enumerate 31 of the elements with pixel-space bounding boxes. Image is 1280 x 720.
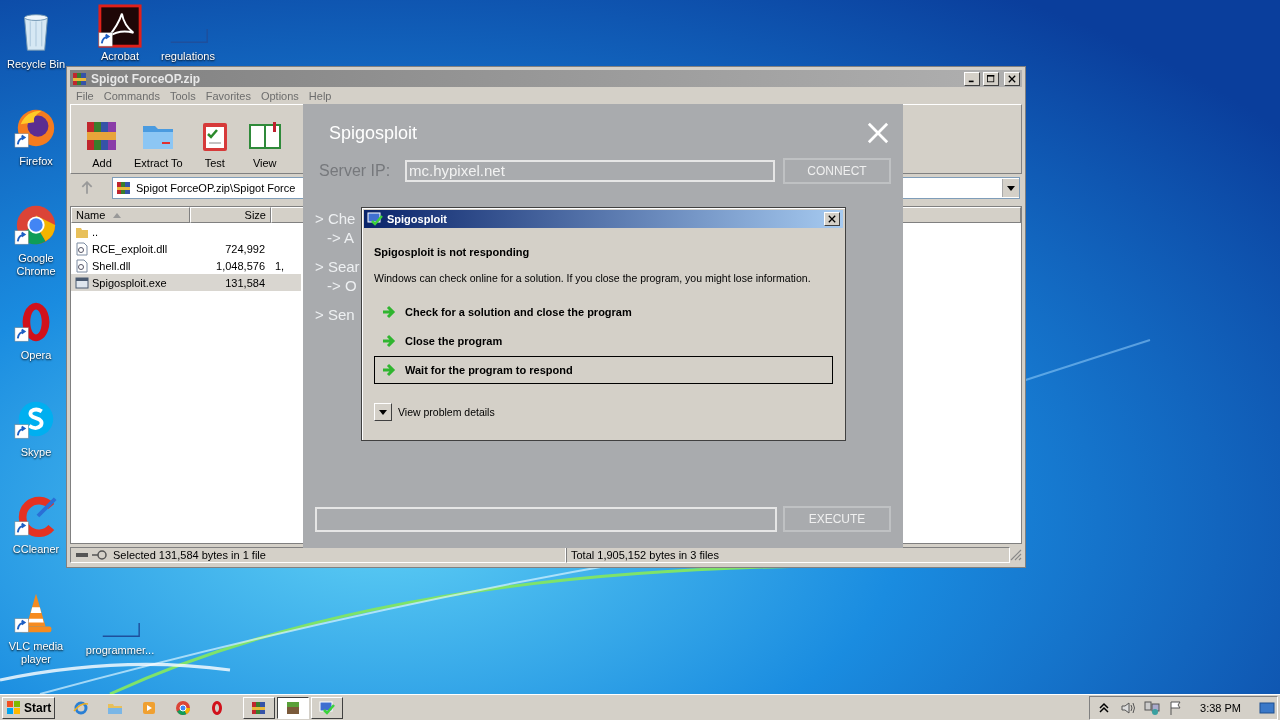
file-size: 724,992: [225, 242, 265, 255]
icon-label: Acrobat: [101, 50, 139, 63]
icon-label: programmer...: [85, 644, 155, 657]
window-title: Spigosploit: [329, 122, 418, 144]
icon-label: Google Chrome: [15, 252, 57, 278]
file-size: 131,584: [225, 276, 265, 289]
window-title: Spigot ForceOP.zip: [91, 71, 201, 86]
icon-label: Firefox: [19, 155, 53, 168]
table-cell: 1,: [275, 259, 285, 272]
file-name: Shell.dll: [92, 259, 131, 272]
file-name: ..: [92, 225, 99, 238]
icon-label: Skype: [20, 446, 52, 459]
status-text: Total 1,905,152 bytes in 3 files: [571, 549, 719, 561]
dialog-heading: Spigosploit is not responding: [374, 246, 531, 258]
log-line: -> O: [326, 277, 357, 294]
log-line: > Sear: [315, 258, 360, 275]
file-name: Spigosploit.exe: [92, 276, 167, 289]
icon-label: Recycle Bin: [6, 58, 66, 71]
icon-label: Opera: [20, 349, 52, 362]
dialog-message: Windows can check online for a solution. If you close the program, you might lose information.: [374, 272, 812, 284]
status-text: Selected 131,584 bytes in 1 file: [113, 549, 266, 561]
icon-label: VLC media player: [7, 640, 65, 666]
clock: 3:38 PM: [1200, 701, 1241, 714]
log-line: > Che: [315, 210, 356, 227]
icon-label: CCleaner: [12, 543, 60, 556]
file-name: RCE_exploit.dll: [92, 242, 168, 255]
log-line: > Sen: [315, 306, 355, 323]
dialog-title: Spigosploit: [387, 213, 447, 225]
icon-label: regulations: [161, 50, 215, 63]
log-line: -> A: [326, 229, 355, 246]
file-size: 1,048,576: [216, 259, 265, 272]
